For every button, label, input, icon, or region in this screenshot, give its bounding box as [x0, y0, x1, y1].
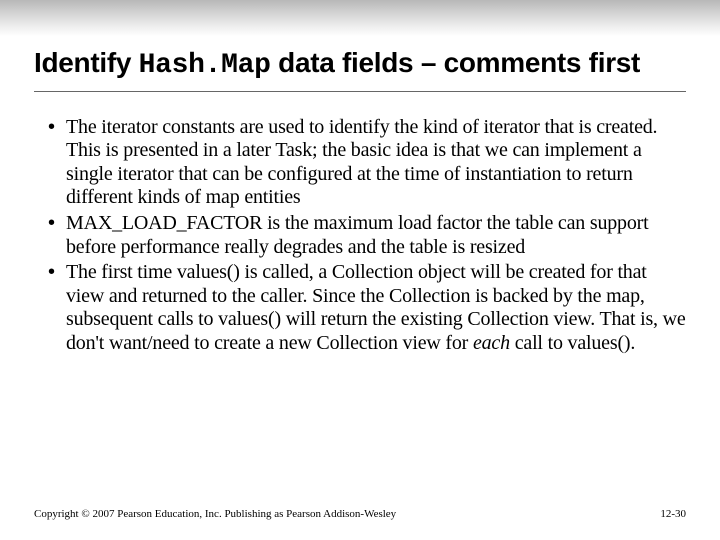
bullet-text: The iterator constants are used to ident… [66, 116, 657, 209]
title-pre: Identify [34, 47, 139, 78]
bullet-text: MAX_LOAD_FACTOR is the maximum load fact… [66, 212, 648, 258]
bullet-tail: call to values(). [510, 332, 635, 354]
slide-title: Identify Hash.Map data fields – comments… [34, 46, 686, 83]
title-underline [34, 91, 686, 92]
title-code: Hash.Map [139, 50, 271, 81]
slide: Identify Hash.Map data fields – comments… [0, 0, 720, 540]
page-number: 12-30 [660, 508, 686, 520]
copyright-text: Copyright © 2007 Pearson Education, Inc.… [34, 508, 396, 520]
title-post: data fields – comments first [271, 47, 640, 78]
list-item: MAX_LOAD_FACTOR is the maximum load fact… [48, 212, 686, 259]
list-item: The iterator constants are used to ident… [48, 116, 686, 210]
bullet-em: each [473, 332, 510, 354]
bullet-list: The iterator constants are used to ident… [34, 116, 686, 356]
footer: Copyright © 2007 Pearson Education, Inc.… [34, 508, 686, 520]
list-item: The first time values() is called, a Col… [48, 261, 686, 355]
